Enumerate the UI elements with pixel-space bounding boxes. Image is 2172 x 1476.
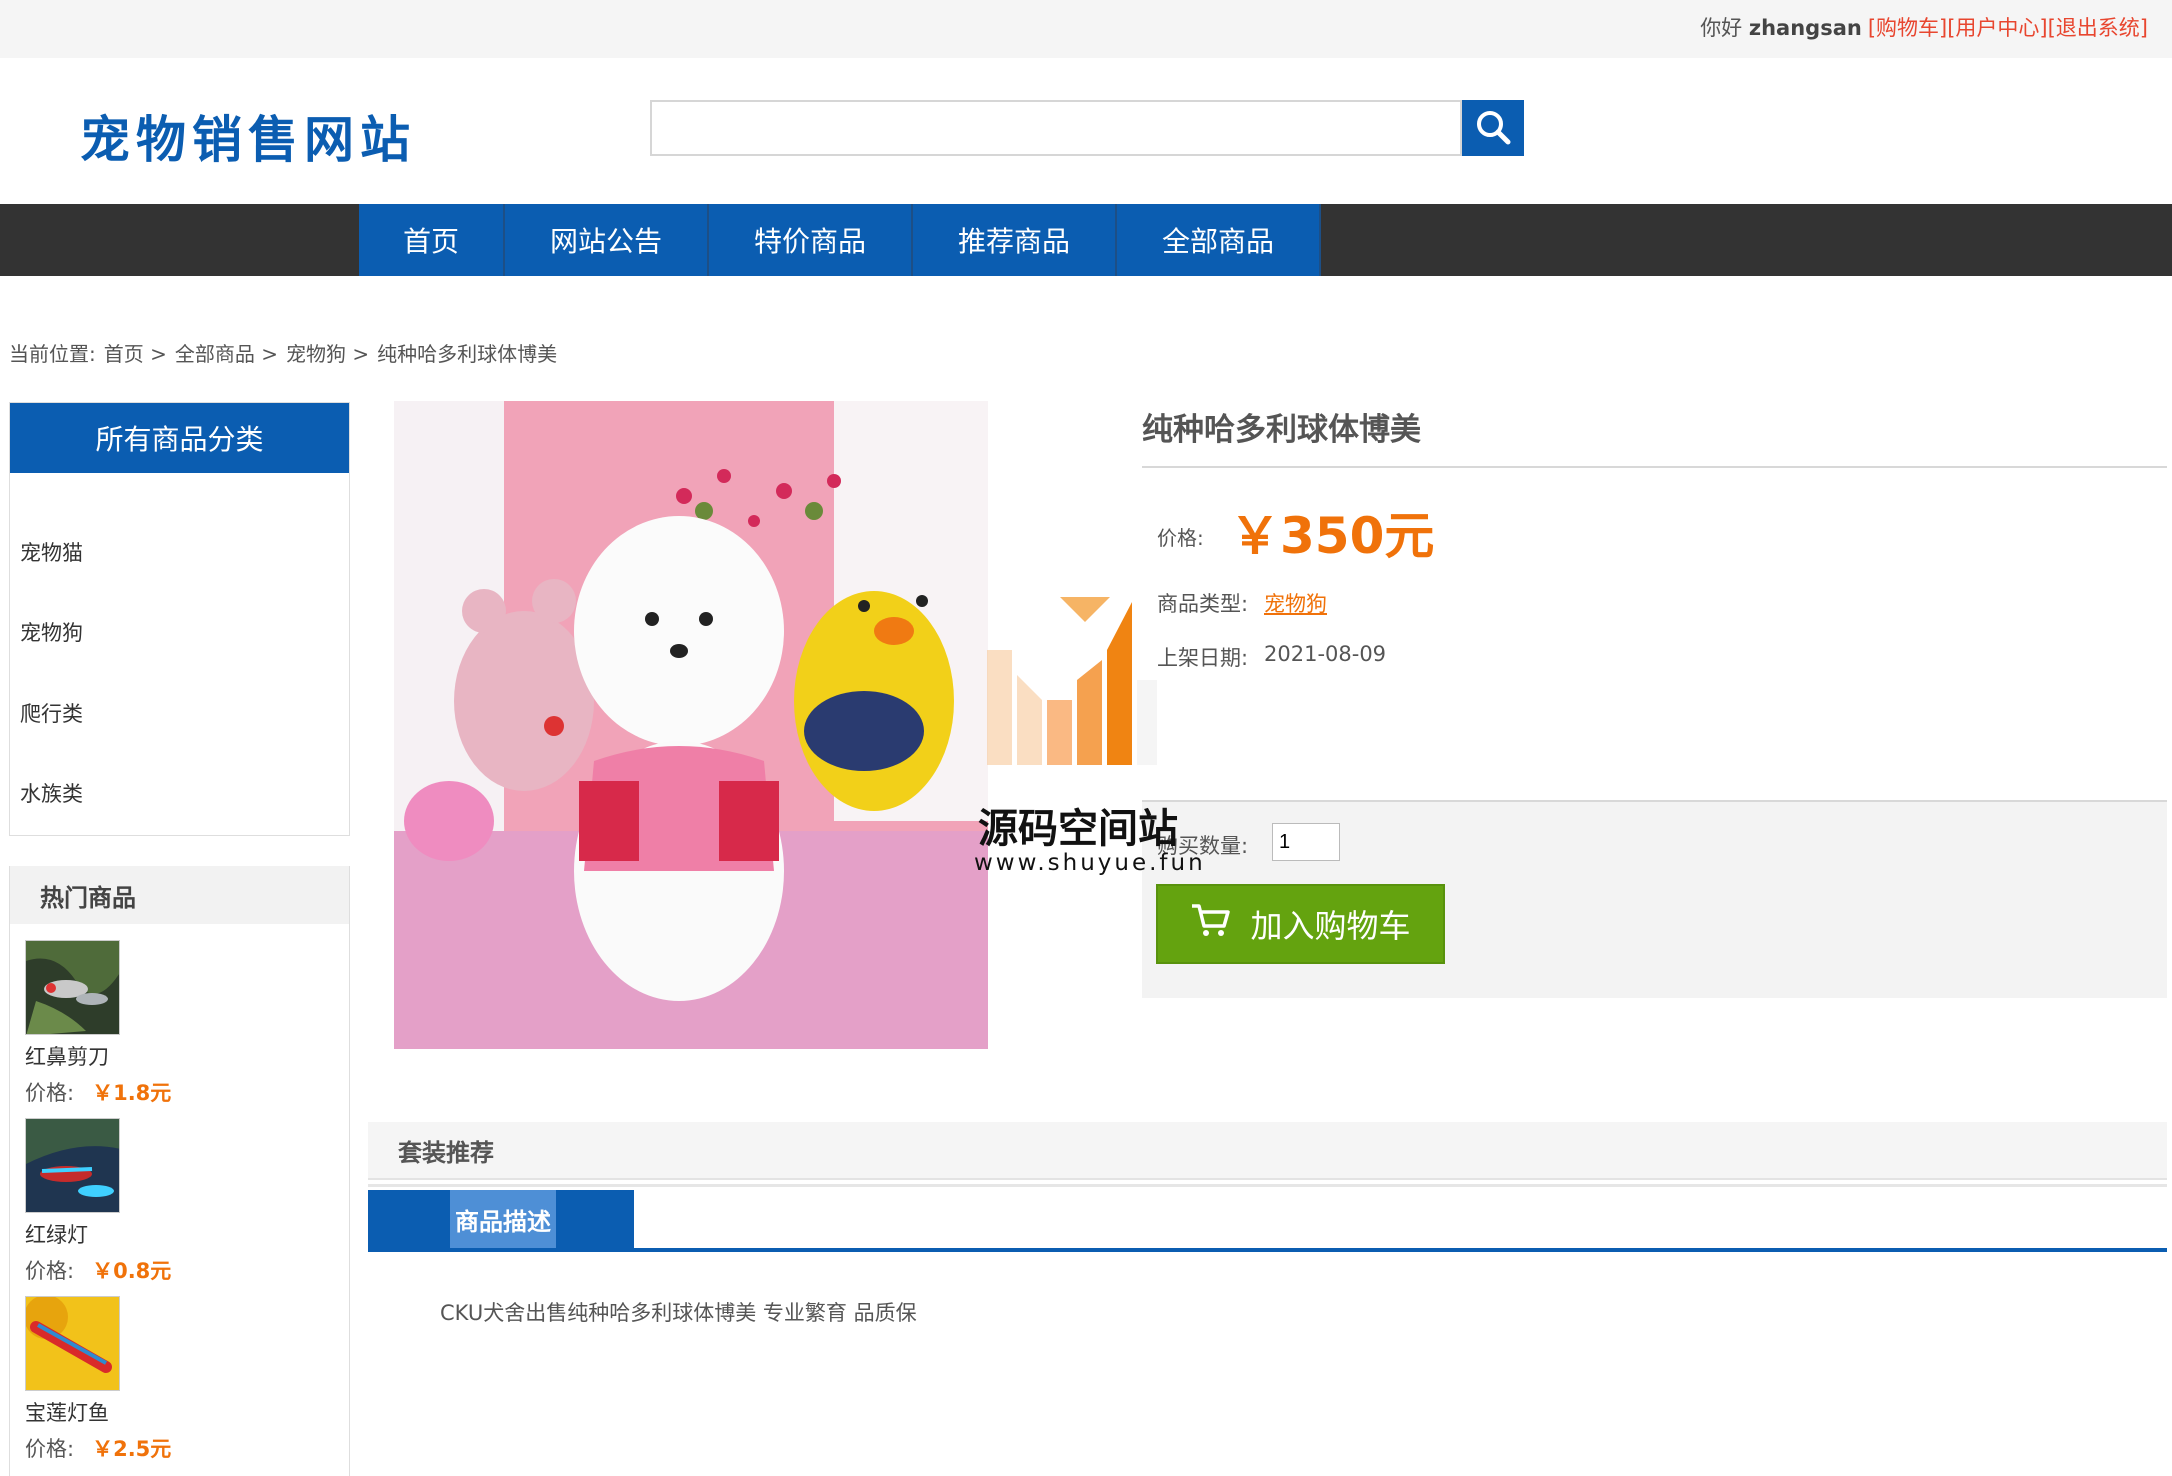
quantity-input[interactable] — [1272, 823, 1340, 861]
username-text: zhangsan — [1748, 16, 1862, 40]
add-to-cart-label: 加入购物车 — [1250, 907, 1411, 945]
category-panel: 所有商品分类 宠物猫 宠物狗 爬行类 水族类 — [9, 402, 350, 836]
nav-announcements[interactable]: 网站公告 — [505, 204, 709, 276]
price-value: ￥350元 — [1230, 507, 1435, 565]
greeting-text: 你好 — [1700, 16, 1743, 40]
hot-product-price: 价格: ￥0.8元 — [25, 1259, 172, 1283]
product-image[interactable] — [394, 401, 988, 1049]
hot-product-name[interactable]: 红绿灯 — [25, 1219, 325, 1249]
nav-home[interactable]: 首页 — [359, 204, 505, 276]
site-logo[interactable]: 宠物销售网站 — [80, 100, 416, 172]
breadcrumb-current: 纯种哈多利球体博美 — [377, 342, 558, 366]
search-button[interactable] — [1462, 100, 1524, 156]
cart-icon — [1190, 902, 1250, 946]
watermark-text: 源码空间站 — [978, 806, 1178, 852]
breadcrumb-home[interactable]: 首页 > — [104, 342, 167, 366]
breadcrumb: 当前位置: 首页 > 全部商品 > 宠物狗 > 纯种哈多利球体博美 — [9, 338, 565, 367]
cart-link[interactable]: [购物车] — [1868, 16, 1947, 40]
date-label: 上架日期: — [1157, 646, 1249, 670]
tab-description[interactable]: 商品描述 — [368, 1190, 634, 1248]
product-description: CKU犬舍出售纯种哈多利球体博美 专业繁育 品质保 — [440, 1301, 917, 1325]
category-title: 所有商品分类 — [10, 403, 349, 473]
search-input[interactable] — [650, 100, 1462, 156]
hot-product-name[interactable]: 红鼻剪刀 — [25, 1041, 325, 1071]
breadcrumb-dogs[interactable]: 宠物狗 > — [286, 342, 369, 366]
hot-product-name[interactable]: 宝莲灯鱼 — [25, 1397, 325, 1427]
category-item-reptiles[interactable]: 爬行类 — [20, 698, 83, 728]
nav-all-products[interactable]: 全部商品 — [1117, 204, 1321, 276]
hot-products-panel: 热门商品 红鼻剪刀 价格: ￥1.8元 红绿灯 价格: ￥0.8元 宝莲灯鱼 价… — [9, 866, 350, 1476]
breadcrumb-prefix: 当前位置: — [9, 342, 96, 366]
tab-underline — [368, 1248, 2167, 1252]
hot-product-item[interactable]: 宝莲灯鱼 价格: ￥2.5元 — [25, 1296, 325, 1463]
product-thumbnail[interactable] — [25, 940, 120, 1035]
product-thumbnail[interactable] — [25, 1296, 120, 1391]
user-center-link[interactable]: [用户中心] — [1947, 16, 2047, 40]
package-bar — [368, 1122, 2167, 1180]
nav-recommended[interactable]: 推荐商品 — [913, 204, 1117, 276]
search-icon — [1473, 107, 1513, 150]
watermark-url: www.shuyue.fun — [974, 850, 1206, 876]
nav-special-offers[interactable]: 特价商品 — [709, 204, 913, 276]
top-bar: 你好 zhangsan [购物车][用户中心][退出系统] — [0, 0, 2172, 58]
hot-product-price: 价格: ￥1.8元 — [25, 1081, 172, 1105]
category-item-dogs[interactable]: 宠物狗 — [20, 617, 83, 647]
title-divider — [1142, 466, 2167, 468]
breadcrumb-all-products[interactable]: 全部商品 > — [175, 342, 278, 366]
hot-products-title: 热门商品 — [10, 866, 349, 924]
user-links: 你好 zhangsan [购物车][用户中心][退出系统] — [1700, 12, 2148, 42]
add-to-cart-button[interactable]: 加入购物车 — [1156, 884, 1445, 964]
price-label: 价格: — [1157, 526, 1204, 550]
date-value: 2021-08-09 — [1264, 642, 1387, 666]
type-link[interactable]: 宠物狗 — [1264, 588, 1327, 618]
product-title: 纯种哈多利球体博美 — [1142, 412, 1421, 448]
tab-description-label: 商品描述 — [450, 1190, 556, 1248]
logout-link[interactable]: [退出系统] — [2048, 16, 2148, 40]
type-label: 商品类型: — [1157, 592, 1249, 616]
category-item-cats[interactable]: 宠物猫 — [20, 537, 83, 567]
product-thumbnail[interactable] — [25, 1118, 120, 1213]
package-divider — [368, 1184, 2167, 1187]
hot-product-item[interactable]: 红绿灯 价格: ￥0.8元 — [25, 1118, 325, 1285]
category-item-aquatic[interactable]: 水族类 — [20, 778, 83, 808]
package-title: 套装推荐 — [398, 1139, 494, 1167]
hot-product-item[interactable]: 红鼻剪刀 价格: ￥1.8元 — [25, 940, 325, 1107]
hot-product-price: 价格: ￥2.5元 — [25, 1437, 172, 1461]
main-nav: 首页 网站公告 特价商品 推荐商品 全部商品 — [0, 204, 2172, 276]
